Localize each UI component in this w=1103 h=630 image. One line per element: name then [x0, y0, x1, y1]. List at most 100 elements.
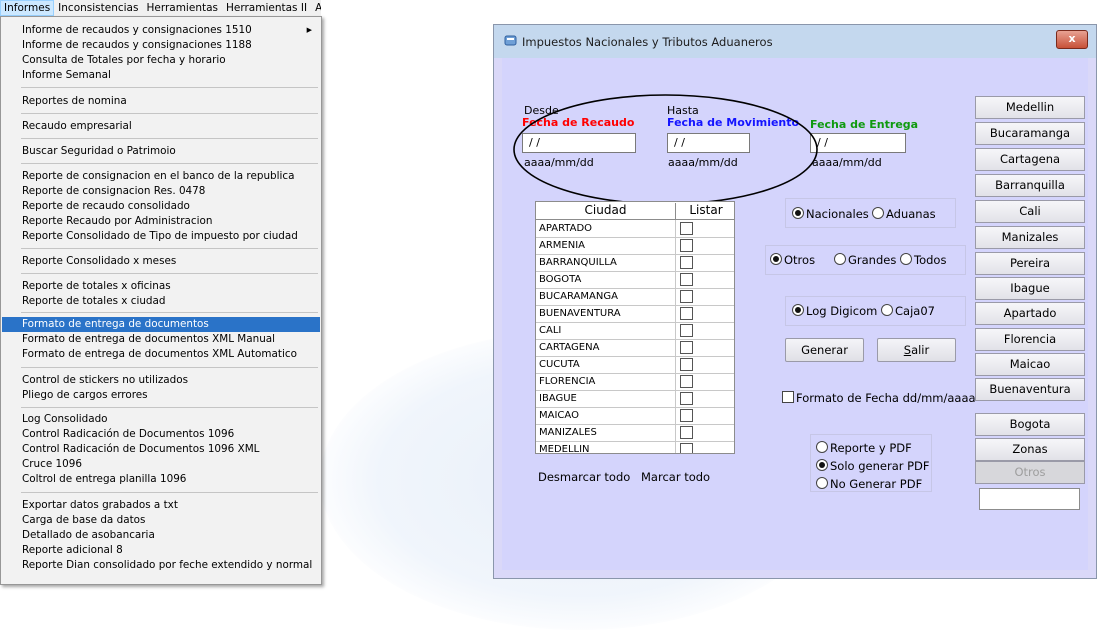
list-item[interactable]: MANIZALES [536, 424, 734, 442]
menu-item-carga-base-datos[interactable]: Carga de base da datos [2, 513, 320, 528]
list-item[interactable]: MEDELLIN [536, 441, 734, 453]
list-item[interactable]: BUCARAMANGA [536, 288, 734, 306]
listar-checkbox[interactable] [680, 239, 693, 252]
menu-item-recaudos-1510[interactable]: Informe de recaudos y consignaciones 151… [2, 23, 320, 38]
radio-log-digicom[interactable]: Log Digicom [792, 304, 877, 318]
listar-checkbox[interactable] [680, 324, 693, 337]
menu-item-recaudo-administracion[interactable]: Reporte Recaudo por Administracion [2, 214, 320, 229]
list-item[interactable]: CALI [536, 322, 734, 340]
city-button-maicao[interactable]: Maicao [975, 353, 1085, 376]
salir-button[interactable]: Salir [877, 338, 956, 362]
bogota-button[interactable]: Bogota [975, 413, 1085, 436]
listar-checkbox[interactable] [680, 256, 693, 269]
menu-item-consignacion-banco[interactable]: Reporte de consignacion en el banco de l… [2, 169, 320, 184]
menu-item-reportes-nomina[interactable]: Reportes de nomina [2, 94, 320, 109]
city-list[interactable]: Ciudad Listar APARTADO ARMENIA BARRANQUI… [535, 201, 735, 454]
city-button-bucaramanga[interactable]: Bucaramanga [975, 122, 1085, 145]
city-button-manizales[interactable]: Manizales [975, 226, 1085, 249]
radio-nacionales[interactable]: Nacionales [792, 207, 869, 221]
fecha-recaudo-input[interactable]: / / [522, 133, 636, 153]
menu-item-consolidado-impuesto-ciudad[interactable]: Reporte Consolidado de Tipo de impuesto … [2, 229, 320, 244]
menu-item-formato-xml-manual[interactable]: Formato de entrega de documentos XML Man… [2, 332, 320, 347]
city-button-barranquilla[interactable]: Barranquilla [975, 174, 1085, 197]
listar-checkbox[interactable] [680, 375, 693, 388]
menu-item-log-consolidado[interactable]: Log Consolidado [2, 412, 320, 427]
radio-caja07[interactable]: Caja07 [881, 304, 935, 318]
radio-aduanas[interactable]: Aduanas [872, 207, 936, 221]
list-item[interactable]: APARTADO [536, 220, 734, 238]
menu-item-reporte-adicional-8[interactable]: Reporte adicional 8 [2, 543, 320, 558]
menu-informes[interactable]: Informes [0, 0, 55, 16]
column-header-listar[interactable]: Listar [676, 203, 734, 217]
menu-item-pliego-cargos[interactable]: Pliego de cargos errores [2, 388, 320, 403]
listar-checkbox[interactable] [680, 426, 693, 439]
marcar-todo-link[interactable]: Marcar todo [641, 470, 710, 484]
menu-item-control-stickers[interactable]: Control de stickers no utilizados [2, 373, 320, 388]
list-item[interactable]: BUENAVENTURA [536, 305, 734, 323]
list-item[interactable]: IBAGUE [536, 390, 734, 408]
listar-checkbox[interactable] [680, 290, 693, 303]
menu-item-consolidado-meses[interactable]: Reporte Consolidado x meses [2, 254, 320, 269]
city-button-ibague[interactable]: Ibague [975, 277, 1085, 300]
city-button-apartado[interactable]: Apartado [975, 302, 1085, 325]
radio-todos[interactable]: Todos [900, 253, 946, 267]
menu-item-formato-entrega[interactable]: Formato de entrega de documentos [2, 317, 320, 332]
list-item[interactable]: MAICAO [536, 407, 734, 425]
menu-item-detallado-asobancaria[interactable]: Detallado de asobancaria [2, 528, 320, 543]
menu-item-recaudo-consolidado[interactable]: Reporte de recaudo consolidado [2, 199, 320, 214]
column-header-ciudad[interactable]: Ciudad [536, 203, 676, 219]
city-button-buenaventura[interactable]: Buenaventura [975, 378, 1085, 401]
menu-inconsistencias[interactable]: Inconsistencias [54, 0, 142, 16]
menu-item-totales-oficinas[interactable]: Reporte de totales x oficinas [2, 279, 320, 294]
menu-item-consulta-totales[interactable]: Consulta de Totales por fecha y horario [2, 53, 320, 68]
desmarcar-todo-link[interactable]: Desmarcar todo [538, 470, 630, 484]
listar-checkbox[interactable] [680, 443, 693, 453]
list-item[interactable]: CUCUTA [536, 356, 734, 374]
listar-checkbox[interactable] [680, 392, 693, 405]
zone-text-field[interactable] [979, 488, 1080, 510]
menu-item-control-radicacion-1096[interactable]: Control Radicación de Documentos 1096 [2, 427, 320, 442]
menu-herramientas[interactable]: Herramientas [142, 0, 222, 16]
generar-button[interactable]: Generar [785, 338, 864, 362]
listar-checkbox[interactable] [680, 358, 693, 371]
menu-item-consignacion-0478[interactable]: Reporte de consignacion Res. 0478 [2, 184, 320, 199]
list-item[interactable]: CARTAGENA [536, 339, 734, 357]
formato-fecha-checkbox[interactable]: Formato de Fecha dd/mm/aaaa [782, 391, 976, 405]
menu-item-buscar-seguridad[interactable]: Buscar Seguridad o Patrimoio [2, 144, 320, 159]
menu-item-cruce-1096[interactable]: Cruce 1096 [2, 457, 320, 472]
close-button[interactable]: x [1056, 30, 1088, 49]
menu-item-recaudo-empresarial[interactable]: Recaudo empresarial [2, 119, 320, 134]
city-button-cali[interactable]: Cali [975, 200, 1085, 223]
listar-checkbox[interactable] [680, 273, 693, 286]
city-button-pereira[interactable]: Pereira [975, 252, 1085, 275]
menu-herramientas-ii[interactable]: Herramientas II [222, 0, 311, 16]
radio-no-pdf[interactable]: No Generar PDF [816, 477, 922, 491]
city-button-florencia[interactable]: Florencia [975, 328, 1085, 351]
listar-checkbox[interactable] [680, 409, 693, 422]
menu-item-control-radicacion-1096-xml[interactable]: Control Radicación de Documentos 1096 XM… [2, 442, 320, 457]
listar-checkbox[interactable] [680, 222, 693, 235]
menu-item-recaudos-1188[interactable]: Informe de recaudos y consignaciones 118… [2, 38, 320, 53]
list-item[interactable]: BARRANQUILLA [536, 254, 734, 272]
radio-solo-pdf[interactable]: Solo generar PDF [816, 459, 930, 473]
radio-reporte-pdf[interactable]: Reporte y PDF [816, 441, 912, 455]
menu-item-exportar-txt[interactable]: Exportar datos grabados a txt [2, 498, 320, 513]
radio-grandes[interactable]: Grandes [834, 253, 896, 267]
radio-otros[interactable]: Otros [770, 253, 815, 267]
menu-item-totales-ciudad[interactable]: Reporte de totales x ciudad [2, 294, 320, 309]
menu-item-informe-semanal[interactable]: Informe Semanal [2, 68, 320, 83]
zonas-button[interactable]: Zonas [975, 438, 1085, 461]
menu-item-control-planilla-1096[interactable]: Coltrol de entrega planilla 1096 [2, 472, 320, 487]
list-item[interactable]: BOGOTA [536, 271, 734, 289]
fecha-movimiento-input[interactable]: / / [667, 133, 750, 153]
menu-item-reporte-dian-consolidado[interactable]: Reporte Dian consolidado por feche exten… [2, 558, 320, 573]
listar-checkbox[interactable] [680, 307, 693, 320]
menu-item-formato-xml-automatico[interactable]: Formato de entrega de documentos XML Aut… [2, 347, 320, 362]
list-item[interactable]: ARMENIA [536, 237, 734, 255]
list-item[interactable]: FLORENCIA [536, 373, 734, 391]
city-button-cartagena[interactable]: Cartagena [975, 148, 1085, 171]
menu-administracion[interactable]: Adminis [311, 0, 321, 16]
city-button-medellin[interactable]: Medellin [975, 96, 1085, 119]
fecha-entrega-input[interactable]: / / [810, 133, 906, 153]
dialog-titlebar[interactable]: Impuestos Nacionales y Tributos Aduanero… [494, 25, 1096, 58]
